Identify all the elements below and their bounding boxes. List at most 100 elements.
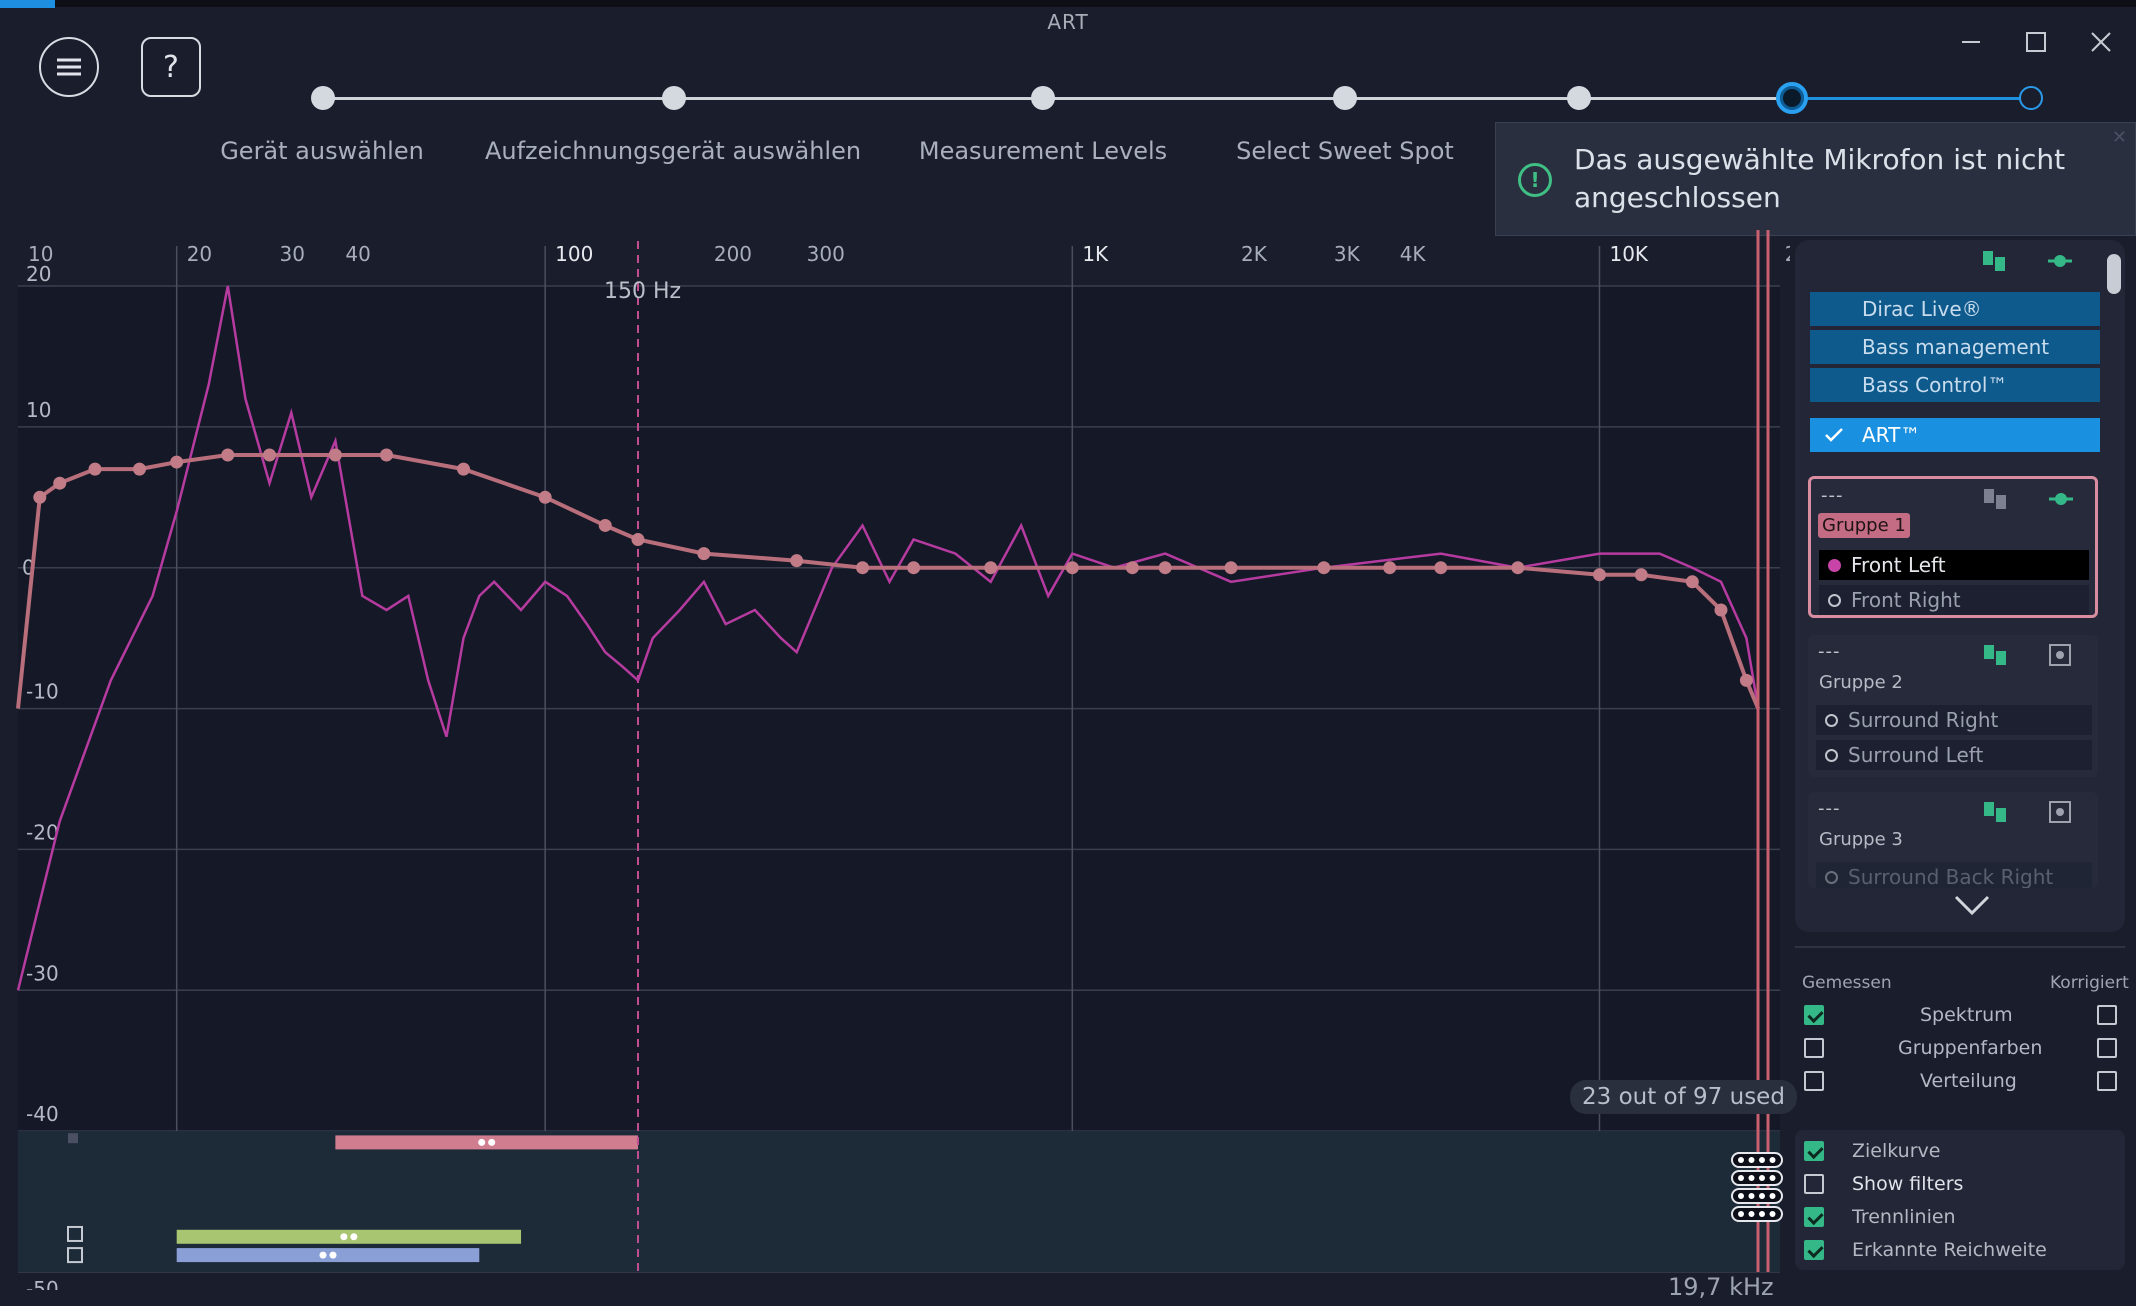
group-card-3[interactable]: --- Gruppe 3 Surround Back Right (1808, 792, 2098, 888)
filter-bar[interactable] (176, 1248, 480, 1263)
help-button[interactable]: ? (141, 37, 201, 97)
target-point[interactable] (33, 490, 47, 504)
speaker-surround-right[interactable]: Surround Right (1816, 705, 2092, 735)
wizard-step-label[interactable]: Measurement Levels (919, 137, 1167, 165)
target-point[interactable] (1158, 561, 1172, 575)
filter-bar-handle[interactable] (319, 1251, 327, 1259)
target-point[interactable] (856, 561, 870, 575)
target-icon[interactable] (2048, 249, 2072, 273)
option-label: Spektrum (1920, 1004, 2013, 1026)
group-card-2[interactable]: --- Gruppe 2 Surround Right Surround Lef… (1808, 635, 2098, 777)
group-colors-icon[interactable] (1982, 249, 2006, 273)
module-bass-control[interactable]: Bass Control™ (1810, 368, 2100, 402)
target-point[interactable] (1434, 561, 1448, 575)
group-menu-icon[interactable]: --- (1818, 641, 1841, 662)
target-point[interactable] (697, 547, 711, 561)
target-point[interactable] (379, 448, 393, 462)
target-point[interactable] (328, 448, 342, 462)
filter-bar-handle[interactable] (478, 1138, 486, 1146)
group-menu-icon[interactable]: --- (1821, 485, 1844, 506)
target-point[interactable] (907, 561, 921, 575)
filter-stack-dot (1769, 1175, 1776, 1181)
target-point[interactable] (1383, 561, 1397, 575)
group-menu-icon[interactable]: --- (1818, 798, 1841, 819)
speaker-front-left[interactable]: Front Left (1819, 550, 2089, 580)
toast-close-icon[interactable]: ✕ (2112, 127, 2127, 148)
target-point[interactable] (790, 554, 804, 568)
filter-stack-dot (1748, 1157, 1755, 1163)
spectrum-measured-checkbox[interactable] (1804, 1005, 1824, 1025)
target-icon[interactable] (2049, 487, 2073, 511)
module-bass-management[interactable]: Bass management (1810, 330, 2100, 364)
wizard-step-label[interactable]: Select Sweet Spot (1236, 137, 1454, 165)
target-point[interactable] (1714, 603, 1728, 617)
toggle-label: Show filters (1852, 1173, 1964, 1195)
target-point[interactable] (538, 490, 552, 504)
target-point[interactable] (1511, 561, 1525, 575)
maximize-icon[interactable] (2016, 22, 2056, 62)
target-point[interactable] (598, 518, 612, 532)
filter-stack-dot (1738, 1175, 1744, 1181)
target-point[interactable] (1685, 575, 1699, 589)
wizard-step-4-dot[interactable] (1333, 86, 1357, 110)
target-point[interactable] (263, 448, 277, 462)
module-dirac-live[interactable]: Dirac Live® (1810, 292, 2100, 326)
wizard-step-current-dot[interactable] (1776, 82, 1808, 114)
frequency-response-graph[interactable]: 150 Hz 102030401002003001K2K3K4K10K2 201… (0, 230, 1790, 1290)
target-point[interactable] (631, 533, 645, 547)
wizard-step-label[interactable]: Aufzeichnungsgerät auswählen (485, 137, 861, 165)
minimize-icon[interactable] (1951, 22, 1991, 62)
wizard-step-label[interactable]: Gerät auswählen (220, 137, 424, 165)
distribution-corrected-checkbox[interactable] (2097, 1071, 2117, 1091)
filter-bar-handle[interactable] (488, 1138, 496, 1146)
sidebar-scrollbar[interactable] (2107, 254, 2121, 294)
target-point[interactable] (984, 561, 998, 575)
filter-bar-handle[interactable] (350, 1233, 358, 1241)
filter-handle[interactable] (68, 1133, 78, 1144)
target-point[interactable] (1125, 561, 1139, 575)
spectrum-corrected-checkbox[interactable] (2097, 1005, 2117, 1025)
menu-button[interactable] (39, 37, 99, 97)
module-art[interactable]: ART™ (1810, 418, 2100, 452)
wizard-step-next-dot[interactable] (2019, 86, 2043, 110)
show-filters-checkbox[interactable] (1804, 1174, 1824, 1194)
filter-bar-handle[interactable] (329, 1251, 337, 1259)
wizard-step-2-dot[interactable] (662, 86, 686, 110)
group-colors-measured-checkbox[interactable] (1804, 1038, 1824, 1058)
target-point[interactable] (53, 476, 67, 490)
target-point[interactable] (170, 455, 184, 469)
target-point[interactable] (1592, 568, 1606, 582)
group-colors-icon[interactable] (1983, 487, 2007, 511)
wizard-step-3-dot[interactable] (1031, 86, 1055, 110)
speaker-surround-left[interactable]: Surround Left (1816, 740, 2092, 770)
target-curve-checkbox[interactable] (1804, 1141, 1824, 1161)
target-point[interactable] (1065, 561, 1079, 575)
target-point[interactable] (132, 462, 146, 476)
speaker-front-right[interactable]: Front Right (1819, 585, 2089, 615)
group-colors-corrected-checkbox[interactable] (2097, 1038, 2117, 1058)
filter-bar[interactable] (335, 1135, 638, 1150)
target-point[interactable] (1317, 561, 1331, 575)
target-point[interactable] (1224, 561, 1238, 575)
group-colors-icon[interactable] (1983, 800, 2007, 824)
dividing-lines-checkbox[interactable] (1804, 1207, 1824, 1227)
target-icon[interactable] (2048, 800, 2072, 824)
detected-range-checkbox[interactable] (1804, 1240, 1824, 1260)
group-card-1[interactable]: --- Gruppe 1 Front Left Front Right (1808, 476, 2098, 618)
target-icon[interactable] (2048, 643, 2072, 667)
target-point[interactable] (1739, 673, 1753, 687)
wizard-step-5-dot[interactable] (1567, 86, 1591, 110)
distribution-measured-checkbox[interactable] (1804, 1071, 1824, 1091)
target-point[interactable] (88, 462, 102, 476)
speaker-surround-back-right[interactable]: Surround Back Right (1816, 862, 2092, 888)
target-point[interactable] (221, 448, 235, 462)
filter-bar[interactable] (176, 1229, 522, 1244)
y-tick-label: 10 (26, 398, 51, 422)
wizard-step-1-dot[interactable] (311, 86, 335, 110)
close-icon[interactable] (2081, 22, 2121, 62)
target-point[interactable] (457, 462, 471, 476)
target-point[interactable] (1634, 568, 1648, 582)
filter-bar-handle[interactable] (340, 1233, 348, 1241)
chevron-down-icon[interactable] (1954, 893, 1990, 917)
group-colors-icon[interactable] (1983, 643, 2007, 667)
